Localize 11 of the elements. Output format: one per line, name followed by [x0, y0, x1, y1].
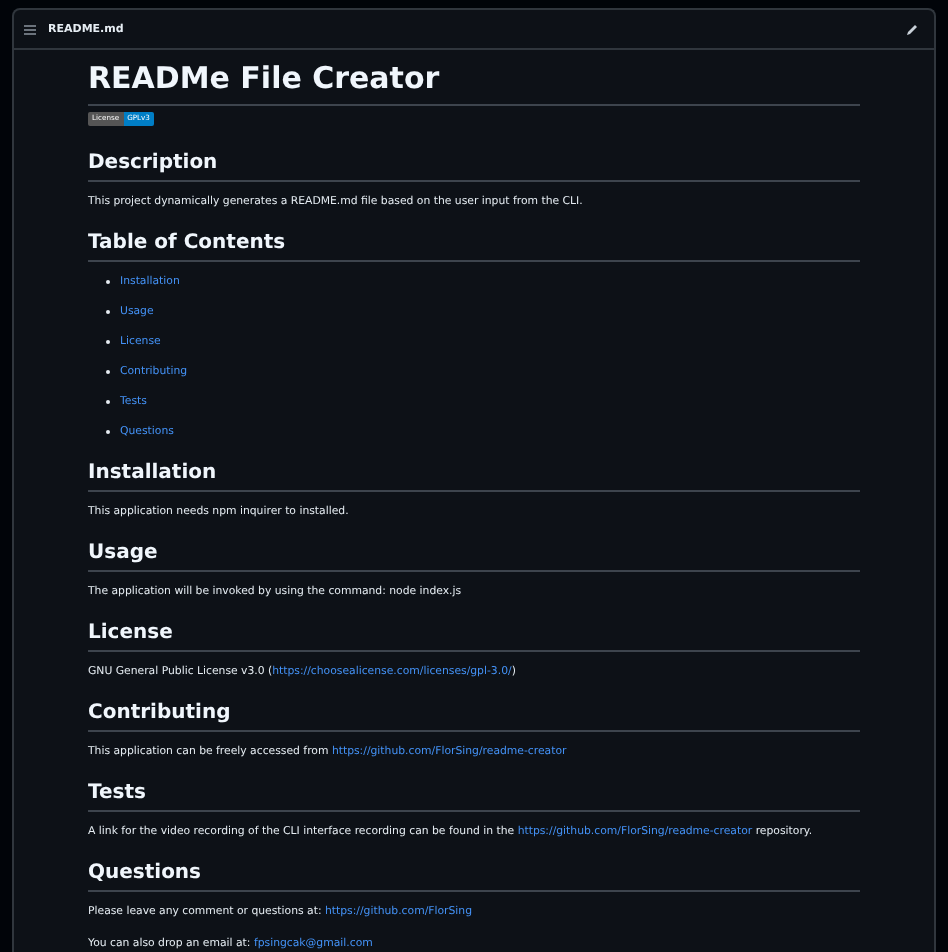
section-heading: Installation [88, 460, 860, 492]
section-heading: License [88, 620, 860, 652]
section-heading: Questions [88, 860, 860, 892]
document-title: READMe File Creator [88, 58, 860, 106]
section-heading: Usage [88, 540, 860, 572]
list-icon[interactable] [24, 23, 36, 35]
pencil-icon[interactable] [906, 23, 918, 35]
section-heading: Tests [88, 780, 860, 812]
section-heading: Description [88, 150, 860, 182]
section-heading: Contributing [88, 700, 860, 732]
section-heading: Table of Contents [88, 230, 860, 262]
